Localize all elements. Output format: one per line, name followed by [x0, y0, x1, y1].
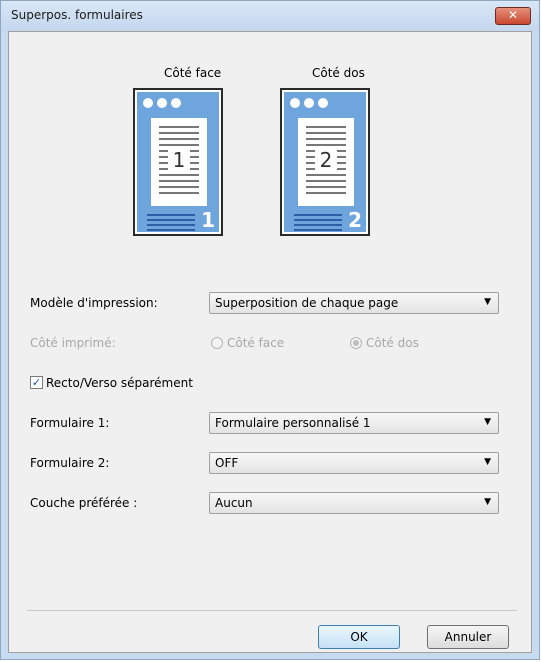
form2-select[interactable]: OFF ▼: [209, 452, 499, 474]
chevron-down-icon: ▼: [484, 417, 491, 427]
dialog-window: Superpos. formulaires ✕ Côté face Côté d…: [0, 0, 540, 660]
duplex-label: Recto/Verso séparément: [46, 376, 193, 390]
layer-value: Aucun: [215, 496, 253, 510]
radio-back-side-label: Côté dos: [366, 336, 419, 350]
form1-label: Formulaire 1:: [30, 416, 110, 430]
front-side-label: Côté face: [164, 66, 222, 80]
chevron-down-icon: ▼: [484, 457, 491, 467]
title-bar[interactable]: Superpos. formulaires ✕: [1, 1, 539, 31]
layer-select[interactable]: Aucun ▼: [209, 492, 499, 514]
close-button[interactable]: ✕: [495, 7, 531, 25]
printed-side-label: Côté imprimé:: [30, 336, 116, 350]
dialog-title: Superpos. formulaires: [11, 8, 143, 22]
print-model-select[interactable]: Superposition de chaque page ▼: [209, 292, 499, 314]
chevron-down-icon: ▼: [484, 497, 491, 507]
duplex-checkbox[interactable]: ✓: [30, 376, 43, 389]
back-side-label: Côté dos: [312, 66, 365, 80]
back-page-preview-icon: 2 2: [280, 88, 370, 236]
cancel-button[interactable]: Annuler: [427, 625, 509, 649]
chevron-down-icon: ▼: [484, 297, 491, 307]
dialog-body: Côté face Côté dos 1 1 2 2 Modèle d'impr…: [8, 31, 532, 653]
radio-back-side[interactable]: [350, 337, 362, 349]
form2-value: OFF: [215, 456, 239, 470]
print-model-value: Superposition de chaque page: [215, 296, 399, 310]
radio-front-side[interactable]: [211, 337, 223, 349]
radio-front-side-label: Côté face: [227, 336, 285, 350]
ok-button[interactable]: OK: [318, 625, 400, 649]
print-model-label: Modèle d'impression:: [30, 296, 158, 310]
layer-label: Couche préférée :: [30, 496, 138, 510]
form1-value: Formulaire personnalisé 1: [215, 416, 371, 430]
back-page-number: 2: [348, 208, 362, 232]
front-page-number: 1: [201, 208, 215, 232]
front-sheet-number: 1: [168, 148, 190, 172]
form1-select[interactable]: Formulaire personnalisé 1 ▼: [209, 412, 499, 434]
back-sheet-number: 2: [315, 148, 337, 172]
separator: [27, 610, 517, 611]
front-page-preview-icon: 1 1: [133, 88, 223, 236]
form2-label: Formulaire 2:: [30, 456, 110, 470]
